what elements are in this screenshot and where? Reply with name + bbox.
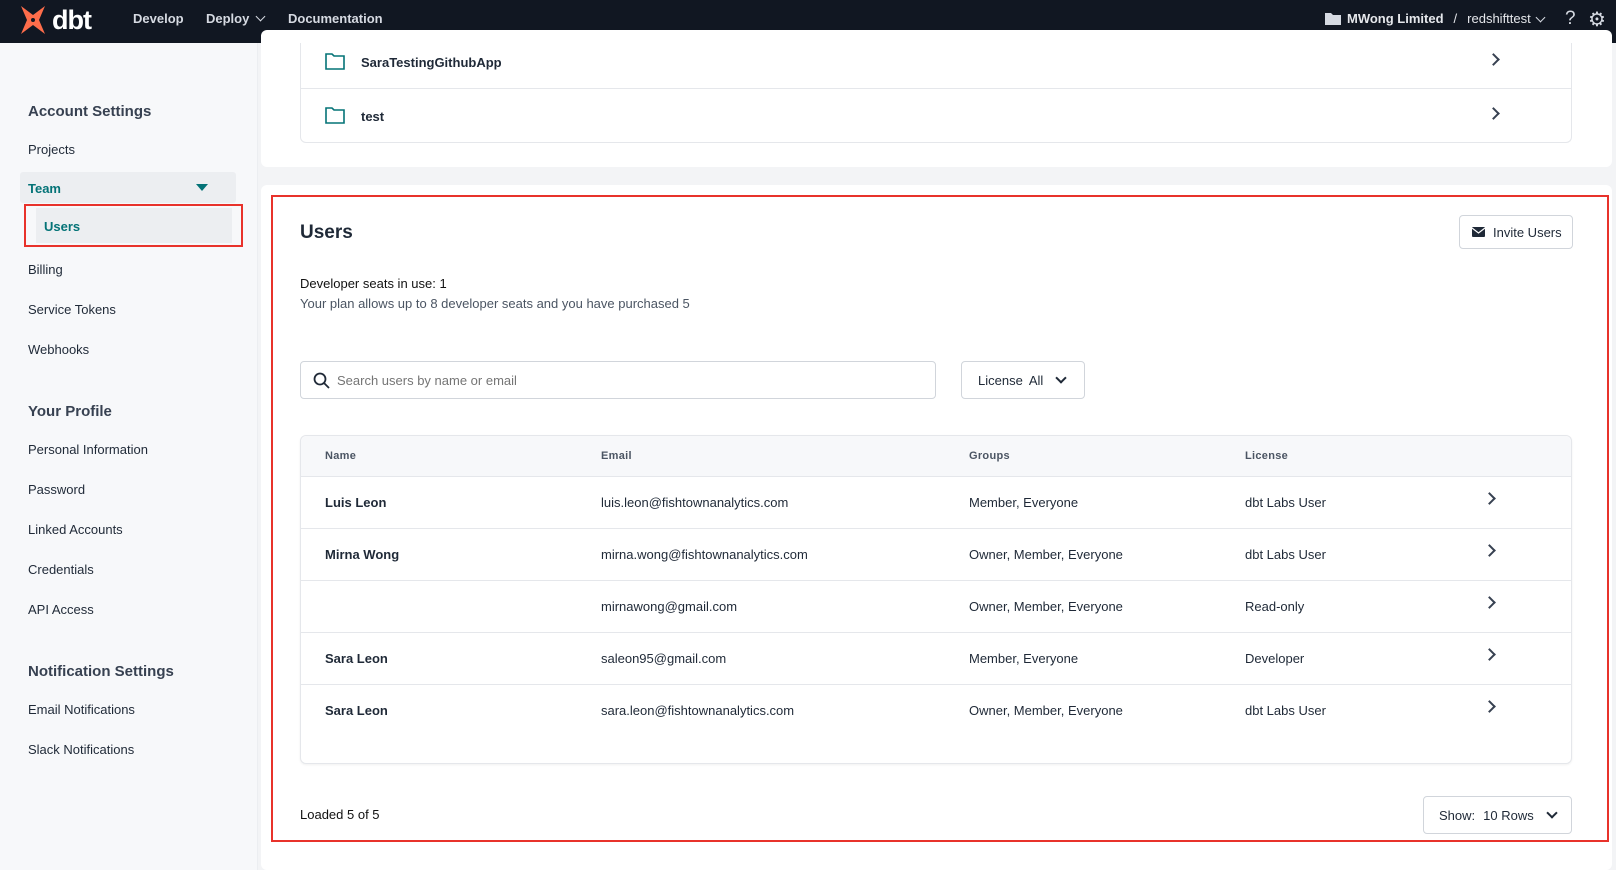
sidebar-item-email-notifications[interactable]: Email Notifications	[28, 702, 135, 717]
section-notification-settings: Notification Settings	[28, 663, 174, 680]
folder-icon	[325, 107, 345, 124]
page-title: Users	[300, 222, 353, 243]
chevron-down-icon	[1535, 12, 1546, 22]
account-switcher[interactable]: MWong Limited / redshifttest	[1325, 11, 1546, 26]
sidebar-item-linked-accounts[interactable]: Linked Accounts	[28, 522, 123, 537]
loaded-count: Loaded 5 of 5	[300, 807, 380, 822]
gear-icon[interactable]: ⚙	[1588, 7, 1606, 32]
user-name: Sara Leon	[325, 703, 388, 718]
chevron-right-icon	[1487, 53, 1500, 66]
chevron-right-icon	[1483, 544, 1496, 557]
search-field[interactable]	[300, 361, 936, 399]
user-license: dbt Labs User	[1245, 547, 1326, 562]
nav-develop[interactable]: Develop	[133, 11, 184, 26]
user-groups: Owner, Member, Everyone	[969, 547, 1123, 562]
sidebar-item-personal-information[interactable]: Personal Information	[28, 442, 148, 457]
user-name: Mirna Wong	[325, 547, 400, 562]
sidebar-item-password[interactable]: Password	[28, 482, 85, 497]
chevron-right-icon	[1483, 648, 1496, 661]
plan-info: Your plan allows up to 8 developer seats…	[300, 296, 690, 311]
chevron-down-icon	[1546, 807, 1558, 819]
brand-name: dbt	[52, 4, 92, 35]
user-email: saleon95@gmail.com	[601, 651, 727, 666]
nav-deploy-label: Deploy	[206, 11, 250, 26]
search-input[interactable]	[337, 370, 917, 390]
user-email: luis.leon@fishtownanalytics.com	[601, 495, 789, 510]
table-row[interactable]: Sara Leon saleon95@gmail.com Member, Eve…	[301, 633, 1571, 685]
sidebar-item-team[interactable]: Team	[20, 172, 236, 203]
sidebar: Account Settings Projects Team Users Bil…	[0, 43, 258, 870]
project-list: SaraTestingGithubApp test	[300, 43, 1572, 143]
project-name: test	[361, 109, 385, 124]
user-groups: Owner, Member, Everyone	[969, 703, 1123, 718]
sidebar-item-service-tokens[interactable]: Service Tokens	[28, 302, 116, 317]
chevron-right-icon	[1483, 492, 1496, 505]
sidebar-item-credentials[interactable]: Credentials	[28, 562, 94, 577]
license-filter-label: License	[978, 372, 1023, 388]
column-header-name[interactable]: Name	[325, 450, 356, 462]
invite-users-label: Invite Users	[1493, 224, 1562, 240]
section-account-settings: Account Settings	[28, 103, 152, 120]
project-name: SaraTestingGithubApp	[361, 55, 502, 70]
user-license: Developer	[1245, 651, 1305, 666]
user-license: dbt Labs User	[1245, 495, 1326, 510]
search-icon	[313, 372, 330, 389]
project-name: redshifttest	[1467, 11, 1531, 26]
chevron-down-icon	[255, 11, 266, 22]
sidebar-item-slack-notifications[interactable]: Slack Notifications	[28, 742, 134, 757]
user-groups: Member, Everyone	[969, 495, 1079, 510]
sidebar-item-users[interactable]: Users	[24, 204, 243, 247]
license-filter-dropdown[interactable]: License All	[961, 361, 1085, 399]
user-groups: Owner, Member, Everyone	[969, 599, 1123, 614]
seats-in-use: Developer seats in use: 1	[300, 276, 447, 291]
table-row[interactable]: Luis Leon luis.leon@fishtownanalytics.co…	[301, 477, 1571, 529]
folder-icon	[325, 53, 345, 70]
table-row[interactable]: Mirna Wong mirna.wong@fishtownanalytics.…	[301, 529, 1571, 581]
sidebar-item-api-access[interactable]: API Access	[28, 602, 94, 617]
column-header-email[interactable]: Email	[601, 450, 632, 462]
nav-deploy[interactable]: Deploy	[206, 11, 266, 26]
user-name: Sara Leon	[325, 651, 388, 666]
invite-users-button[interactable]: Invite Users	[1459, 215, 1573, 249]
caret-down-icon	[196, 184, 208, 191]
user-name: Luis Leon	[325, 495, 387, 510]
user-email: sara.leon@fishtownanalytics.com	[601, 703, 795, 718]
license-filter-value: All	[1028, 372, 1044, 388]
sidebar-item-projects[interactable]: Projects	[28, 142, 75, 157]
dbt-logo[interactable]: dbt	[18, 4, 92, 36]
sidebar-item-label: Team	[28, 181, 61, 196]
chevron-right-icon	[1487, 107, 1500, 120]
user-groups: Member, Everyone	[969, 651, 1079, 666]
chevron-down-icon	[1055, 372, 1067, 384]
user-license: Read-only	[1245, 599, 1305, 614]
chevron-right-icon	[1483, 596, 1496, 609]
dbt-logo-icon	[21, 6, 45, 34]
table-row[interactable]: mirnawong@gmail.com Owner, Member, Every…	[301, 581, 1571, 633]
show-label: Show:	[1439, 807, 1476, 823]
table-row[interactable]: Sara Leon sara.leon@fishtownanalytics.co…	[301, 685, 1571, 737]
chevron-right-icon	[1483, 700, 1496, 713]
envelope-icon	[1472, 227, 1485, 237]
project-row[interactable]: SaraTestingGithubApp	[301, 43, 1571, 89]
user-email: mirnawong@gmail.com	[601, 599, 738, 614]
separator: /	[1453, 11, 1458, 26]
section-your-profile: Your Profile	[28, 403, 112, 420]
show-value: 10 Rows	[1483, 807, 1534, 823]
column-header-groups[interactable]: Groups	[969, 450, 1010, 462]
sidebar-item-billing[interactable]: Billing	[28, 262, 63, 277]
user-license: dbt Labs User	[1245, 703, 1326, 718]
rows-per-page-dropdown[interactable]: Show: 10 Rows	[1423, 796, 1572, 834]
project-row[interactable]: test	[301, 90, 1571, 142]
sidebar-item-label: Users	[44, 219, 81, 234]
account-name: MWong Limited	[1347, 11, 1444, 26]
nav-documentation[interactable]: Documentation	[288, 11, 383, 26]
user-email: mirna.wong@fishtownanalytics.com	[601, 547, 808, 562]
column-header-license[interactable]: License	[1245, 450, 1288, 462]
help-icon[interactable]: ?	[1565, 8, 1576, 30]
sidebar-item-webhooks[interactable]: Webhooks	[28, 342, 89, 357]
folder-icon	[1325, 13, 1341, 25]
